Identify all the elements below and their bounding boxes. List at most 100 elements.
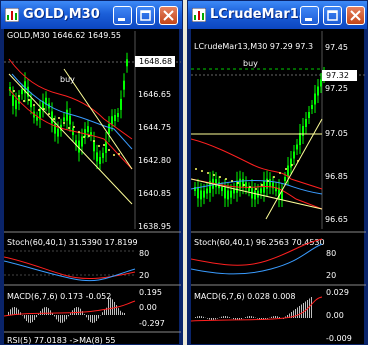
macd-bar <box>253 316 254 318</box>
candle-body <box>284 177 286 181</box>
macd-bar <box>209 318 210 320</box>
macd-bar <box>197 316 198 318</box>
candle-body <box>221 187 223 192</box>
candle-body <box>308 112 310 118</box>
stoch-main-line <box>3 260 136 282</box>
candle-body <box>287 165 289 177</box>
indicator-dot <box>78 131 80 133</box>
macd-bar <box>46 307 47 315</box>
macd-bar <box>10 309 11 315</box>
candle-group <box>9 52 128 171</box>
candle-group <box>194 67 325 208</box>
window-title: LCrudeMar13,M30 <box>210 7 302 22</box>
macd-bar <box>271 316 272 318</box>
macd-bar <box>229 317 230 318</box>
macd-bar <box>249 316 250 318</box>
macd-bar <box>273 316 274 318</box>
macd-bar <box>36 315 37 318</box>
candle-body <box>99 156 101 164</box>
candle-body <box>215 179 217 188</box>
macd-tick: 0.00 <box>326 311 344 320</box>
indicator-dot <box>108 149 110 151</box>
macd-bar <box>104 309 105 315</box>
macd-bar <box>247 316 248 318</box>
gold-chart-svg[interactable]: GOLD,M30 1646.62 1649.55 buy 1648.68 164… <box>3 29 181 345</box>
macd-bar <box>227 316 228 318</box>
macd-bar <box>112 299 113 315</box>
macd-bar <box>303 303 304 318</box>
maximize-button[interactable] <box>136 6 155 25</box>
macd-bar <box>66 315 67 320</box>
price-tick: 1644.75 <box>138 123 171 132</box>
macd-bar <box>26 315 27 322</box>
indicator-dot <box>219 176 221 178</box>
candle-body <box>320 79 322 87</box>
macd-bar <box>48 308 49 315</box>
indicator-dot <box>249 186 251 188</box>
indicator-dot <box>213 174 215 176</box>
candle-body <box>69 115 71 125</box>
macd-bar <box>225 316 226 318</box>
macd-bar <box>301 304 302 318</box>
stoch-tick: 20 <box>326 271 336 280</box>
macd-bar <box>30 315 31 323</box>
macd-bar <box>74 308 75 315</box>
candle-body <box>66 109 68 121</box>
indicator-dot <box>58 117 60 119</box>
macd-bar <box>98 315 99 319</box>
crude-chart-area[interactable]: LCrudeMar13,M30 97.29 97.3 buy 97.32 97.… <box>190 29 366 345</box>
crude-chart-svg[interactable]: LCrudeMar13,M30 97.29 97.3 buy 97.32 97.… <box>190 29 366 345</box>
price-tick: 96.85 <box>325 172 348 181</box>
indicator-dot <box>18 95 20 97</box>
macd-bar <box>223 316 224 318</box>
candle-body <box>21 89 23 95</box>
macd-bar <box>275 316 276 318</box>
indicator-dot <box>207 172 209 174</box>
macd-bar <box>32 315 33 323</box>
gold-titlebar[interactable]: GOLD,M30 <box>1 1 182 29</box>
close-button[interactable] <box>346 6 365 25</box>
indicator-dot <box>195 168 197 170</box>
macd-bar <box>251 316 252 318</box>
macd-bar <box>24 315 25 319</box>
macd-bar <box>62 315 63 323</box>
indicator-dot <box>291 164 293 166</box>
crude-titlebar[interactable]: LCrudeMar13,M30 <box>188 1 367 29</box>
macd-bar <box>195 317 196 318</box>
candle-body <box>311 105 313 109</box>
macd-bar <box>56 315 57 320</box>
current-price: 1648.68 <box>139 57 172 66</box>
price-tick: 97.25 <box>325 84 348 93</box>
macd-bar <box>211 318 212 320</box>
macd-signal-line <box>3 300 136 317</box>
maximize-icon <box>327 10 338 21</box>
indicator-dot <box>48 113 50 115</box>
close-icon <box>350 10 361 21</box>
macd-bar <box>108 297 109 315</box>
minimize-icon <box>305 18 312 21</box>
price-tick: 96.65 <box>325 215 348 224</box>
close-button[interactable] <box>159 6 178 25</box>
minimize-button[interactable] <box>113 6 132 25</box>
candle-body <box>51 111 53 124</box>
candle-body <box>197 187 199 199</box>
candle-body <box>299 133 301 145</box>
gold-chart-area[interactable]: GOLD,M30 1646.62 1649.55 buy 1648.68 164… <box>3 29 181 345</box>
indicator-dot <box>13 90 15 92</box>
indicator-dot <box>88 135 90 137</box>
indicator-dot <box>225 178 227 180</box>
indicator-dot <box>73 126 75 128</box>
stoch-tick: 80 <box>139 249 149 258</box>
macd-tick: 0.029 <box>326 288 349 297</box>
macd-bar <box>92 315 93 323</box>
candle-body <box>57 128 59 137</box>
maximize-button[interactable] <box>323 6 342 25</box>
price-tick: 97.05 <box>325 129 348 138</box>
macd-bar <box>110 297 111 315</box>
macd-bar <box>28 315 29 323</box>
indicator-dot <box>237 182 239 184</box>
indicator-dot <box>93 140 95 142</box>
indicator-dot <box>28 99 30 101</box>
minimize-button[interactable] <box>300 6 319 25</box>
candle-body <box>227 190 229 200</box>
